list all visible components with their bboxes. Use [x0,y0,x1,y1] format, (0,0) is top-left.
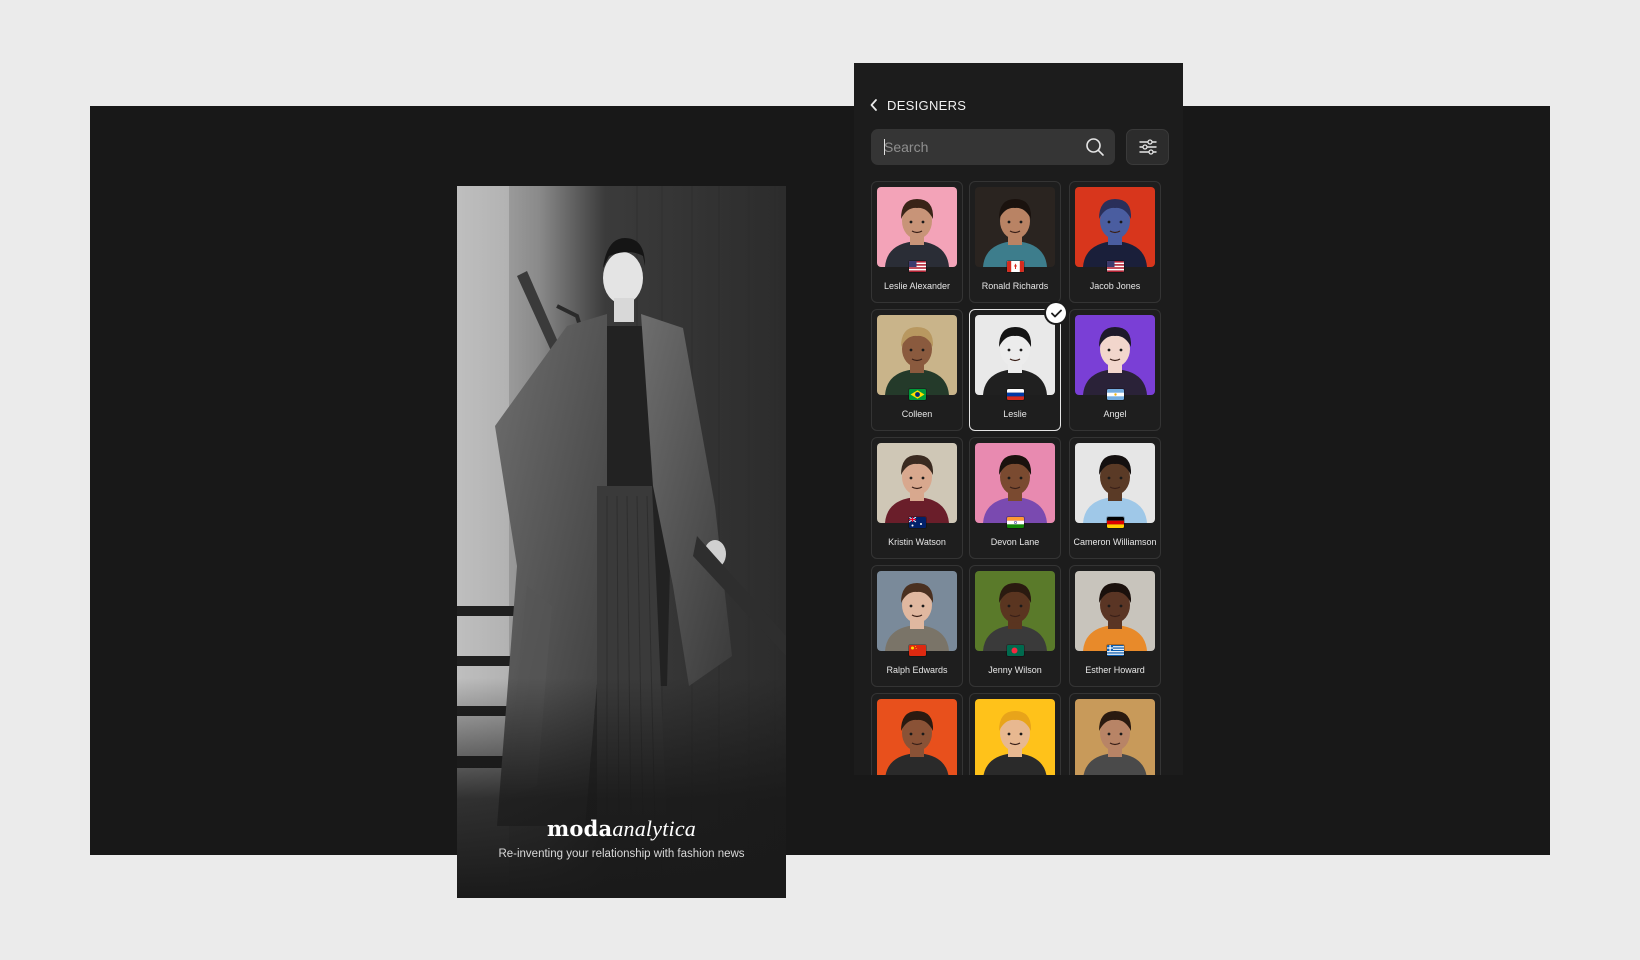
flag-ar-icon [1107,389,1124,400]
designer-avatar [975,571,1055,651]
chevron-left-icon [870,99,877,111]
designer-card[interactable]: Esther Howard [1069,565,1161,687]
designer-card[interactable] [1069,693,1161,775]
designer-name: Cameron Williamson [1073,537,1157,547]
flag-us-icon [1107,261,1124,272]
designer-avatar [877,699,957,775]
search-input[interactable] [871,129,1071,165]
splash-screen: modaanalytica Re-inventing your relation… [457,186,786,898]
designer-avatar [975,699,1055,775]
designer-name: Colleen [901,409,933,419]
designer-avatar [1075,571,1155,651]
designer-name: Jacob Jones [1089,281,1141,291]
designer-avatar [877,571,957,651]
designer-avatar [975,443,1055,523]
backdrop [90,106,1550,855]
designer-card[interactable]: Jacob Jones [1069,181,1161,303]
splash-gradient [457,678,786,898]
search-bar [871,129,1115,165]
designer-name: Ronald Richards [981,281,1049,291]
designer-card[interactable]: Ronald Richards [969,181,1061,303]
flag-ca-icon [1007,261,1024,272]
designer-card[interactable]: Angel [1069,309,1161,431]
designer-avatar [877,187,957,267]
brand-logo: modaanalytica [457,816,786,842]
filter-button[interactable] [1126,129,1169,165]
designer-name: Ralph Edwards [886,665,948,675]
flag-au-icon [909,517,926,528]
designer-card[interactable]: Leslie [969,303,1066,431]
designer-card[interactable]: Kristin Watson [871,437,963,559]
flag-in-icon [1007,517,1024,528]
designer-card[interactable]: Ralph Edwards [871,565,963,687]
designer-avatar [1075,443,1155,523]
designer-card[interactable]: Colleen [871,309,963,431]
designer-name: Jenny Wilson [988,665,1042,675]
back-button[interactable] [869,96,885,114]
flag-ru-icon [1007,389,1024,400]
designer-card[interactable]: Cameron Williamson [1069,437,1161,559]
designer-name: Kristin Watson [888,537,946,547]
brand-logo-italic: analytica [612,816,696,841]
sliders-icon [1138,139,1157,155]
designers-screen: DESIGNERS Leslie Alexander Ronald Richard… [854,63,1183,775]
brand-logo-bold: moda [547,816,613,841]
flag-de-icon [1107,517,1124,528]
designer-name: Leslie [1003,409,1027,419]
designer-card[interactable]: Leslie Alexander [871,181,963,303]
designer-avatar [975,315,1055,395]
header: DESIGNERS [869,95,966,115]
designer-card[interactable] [969,693,1061,775]
text-cursor [884,139,885,155]
designer-avatar [877,443,957,523]
flag-cn-icon [909,645,926,656]
search-icon[interactable] [1085,137,1105,157]
tagline: Re-inventing your relationship with fash… [498,848,745,860]
designer-name: Devon Lane [990,537,1040,547]
designer-card[interactable]: Jenny Wilson [969,565,1061,687]
flag-br-icon [909,389,926,400]
flag-gr-icon [1107,645,1124,656]
designer-avatar [1075,315,1155,395]
designer-name: Angel [1103,409,1127,419]
designer-avatar [1075,699,1155,775]
selected-check-icon [1046,303,1066,323]
designer-name: Leslie Alexander [883,281,951,291]
designer-name: Esther Howard [1085,665,1145,675]
designer-avatar [1075,187,1155,267]
designer-card[interactable]: Devon Lane [969,437,1061,559]
flag-us-icon [909,261,926,272]
designer-card[interactable] [871,693,963,775]
page-title: DESIGNERS [887,97,967,113]
flag-bd-icon [1007,645,1024,656]
designer-avatar [877,315,957,395]
designer-avatar [975,187,1055,267]
